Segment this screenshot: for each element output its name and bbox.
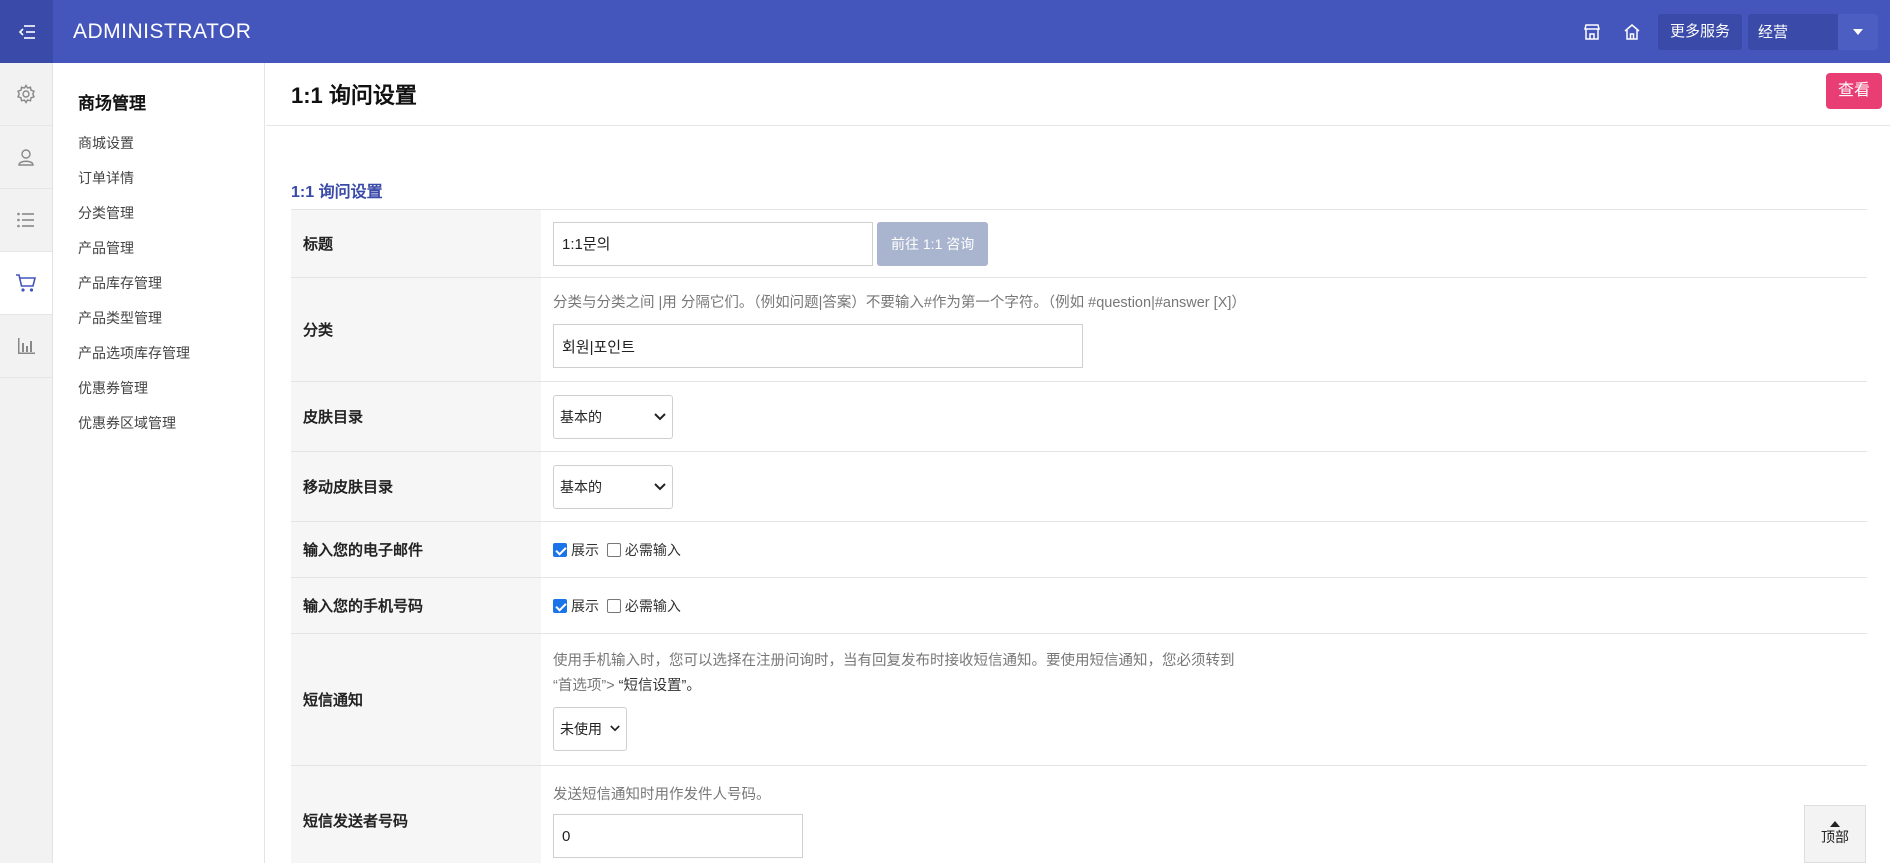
page-header: 1:1 询问设置 bbox=[266, 63, 1890, 126]
menu-toggle-button[interactable] bbox=[0, 0, 53, 63]
home-button[interactable] bbox=[1612, 12, 1652, 52]
sender-help-text: 发送短信通知时用作发件人号码。 bbox=[553, 787, 771, 804]
brand-title: ADMINISTRATOR bbox=[73, 19, 252, 43]
phone-show-label: 展示 bbox=[571, 597, 599, 614]
section-title: 1:1 询问设置 bbox=[291, 184, 383, 201]
sidebar-item-coupon-zones[interactable]: 优惠券区域管理 bbox=[53, 406, 264, 441]
indent-menu-icon bbox=[18, 24, 35, 39]
category-input[interactable]: 회원|포인트 bbox=[553, 324, 1083, 368]
phone-show-checkbox[interactable] bbox=[553, 598, 567, 613]
field-label: 皮肤目录 bbox=[291, 381, 541, 452]
more-services-button[interactable]: 更多服务 bbox=[1657, 13, 1742, 50]
field-label: 分类 bbox=[291, 277, 541, 382]
cart-icon bbox=[16, 274, 37, 292]
sidebar-item-products[interactable]: 产品管理 bbox=[53, 231, 264, 266]
user-icon bbox=[18, 149, 34, 166]
title-input[interactable]: 1:1문의 bbox=[553, 221, 873, 266]
gear-icon bbox=[17, 84, 35, 104]
sub-sidebar-title: 商场管理 bbox=[78, 94, 146, 113]
form-row-skin: 皮肤目录 基本的 bbox=[291, 381, 1867, 452]
sms-notify-select[interactable]: 未使用 bbox=[553, 706, 627, 751]
shop-button[interactable] bbox=[1572, 12, 1612, 52]
rail-item-members[interactable] bbox=[0, 126, 52, 189]
icon-rail bbox=[0, 63, 53, 863]
sidebar-item-category[interactable]: 分类管理 bbox=[53, 196, 264, 231]
sidebar-item-shop-settings[interactable]: 商城设置 bbox=[53, 126, 264, 161]
sub-sidebar: 商场管理 商城设置 订单详情 分类管理 产品管理 产品库存管理 产品类型管理 产… bbox=[53, 63, 265, 863]
scroll-top-label: 顶部 bbox=[1821, 829, 1849, 845]
sms-help-text: 使用手机输入时，您可以选择在注册问询时，当有回复发布时接收短信通知。要使用短信通… bbox=[553, 649, 1855, 699]
field-label: 短信发送者号码 bbox=[291, 765, 541, 863]
shop-icon bbox=[1584, 23, 1600, 40]
user-dropdown-toggle[interactable] bbox=[1838, 13, 1878, 50]
go-to-inquiry-button[interactable]: 前往 1:1 咨询 bbox=[877, 221, 989, 266]
sms-help-line1: 使用手机输入时，您可以选择在注册问询时，当有回复发布时接收短信通知。要使用短信通… bbox=[553, 652, 1235, 669]
chevron-down-icon bbox=[610, 725, 620, 732]
field-label: 移动皮肤目录 bbox=[291, 451, 541, 522]
user-dropdown[interactable]: 经营 bbox=[1748, 13, 1878, 50]
form-row-sender: 短信发送者号码 发送短信通知时用作发件人号码。 0 bbox=[291, 765, 1867, 863]
skin-select[interactable]: 基本的 bbox=[553, 394, 673, 439]
form-row-category: 分类 分类与分类之间 |用 分隔它们。（例如问题|答案）不要输入#作为第一个字符… bbox=[291, 277, 1867, 382]
caret-down-icon bbox=[1853, 28, 1863, 35]
chevron-down-icon bbox=[654, 412, 666, 420]
sidebar-item-option-stock[interactable]: 产品选项库存管理 bbox=[53, 336, 264, 371]
form-row-sms: 短信通知 使用手机输入时，您可以选择在注册问询时，当有回复发布时接收短信通知。要… bbox=[291, 633, 1867, 766]
skin-select-value: 基本的 bbox=[560, 408, 602, 425]
sidebar-item-order-details[interactable]: 订单详情 bbox=[53, 161, 264, 196]
field-label: 标题 bbox=[291, 209, 541, 278]
list-icon bbox=[17, 212, 34, 228]
email-show-label: 展示 bbox=[571, 541, 599, 558]
form-row-phone: 输入您的手机号码 展示 必需输入 bbox=[291, 577, 1867, 634]
form-row-title: 标题 1:1문의 前往 1:1 咨询 bbox=[291, 209, 1867, 278]
sidebar-item-product-stock[interactable]: 产品库存管理 bbox=[53, 266, 264, 301]
form-row-email: 输入您的电子邮件 展示 必需输入 bbox=[291, 521, 1867, 578]
sidebar-item-coupons[interactable]: 优惠券管理 bbox=[53, 371, 264, 406]
view-button[interactable]: 查看 bbox=[1825, 73, 1882, 109]
page-title: 1:1 询问设置 bbox=[291, 83, 417, 108]
top-bar: ADMINISTRATOR 更多服务 经营 bbox=[0, 0, 1890, 63]
email-show-checkbox[interactable] bbox=[553, 542, 567, 557]
sender-number-input[interactable]: 0 bbox=[553, 814, 803, 859]
field-label: 短信通知 bbox=[291, 633, 541, 766]
sms-help-post: 。 bbox=[686, 677, 701, 694]
scroll-top-button[interactable]: 顶部 bbox=[1804, 805, 1866, 863]
sms-notify-select-value: 未使用 bbox=[560, 720, 602, 737]
rail-item-settings[interactable] bbox=[0, 63, 52, 126]
field-label: 输入您的手机号码 bbox=[291, 577, 541, 634]
main-content: 1:1 询问设置 查看 1:1 询问设置 标题 1:1문의 前往 1:1 咨询 分… bbox=[266, 63, 1890, 863]
settings-form: 标题 1:1문의 前往 1:1 咨询 分类 分类与分类之间 |用 分隔它们。（例如… bbox=[291, 209, 1867, 863]
home-icon bbox=[1624, 23, 1640, 40]
field-label: 输入您的电子邮件 bbox=[291, 521, 541, 578]
sms-help-pre: “首选项”> bbox=[553, 677, 619, 694]
rail-item-stats[interactable] bbox=[0, 315, 52, 378]
rail-item-shop[interactable] bbox=[0, 252, 52, 315]
email-required-label: 必需输入 bbox=[624, 541, 681, 558]
user-name: 经营 bbox=[1758, 24, 1789, 41]
phone-required-label: 必需输入 bbox=[624, 597, 681, 614]
email-required-checkbox[interactable] bbox=[606, 542, 621, 557]
chevron-down-icon bbox=[654, 482, 666, 490]
sms-settings-link[interactable]: “短信设置” bbox=[619, 678, 687, 694]
sms-help-line2: “首选项”> “短信设置”。 bbox=[553, 674, 1855, 699]
sidebar-item-product-types[interactable]: 产品类型管理 bbox=[53, 301, 264, 336]
rail-item-board[interactable] bbox=[0, 189, 52, 252]
mobile-skin-select-value: 基本的 bbox=[560, 478, 602, 495]
phone-required-checkbox[interactable] bbox=[606, 598, 621, 613]
chart-icon bbox=[18, 338, 35, 354]
category-help-text: 分类与分类之间 |用 分隔它们。（例如问题|答案）不要输入#作为第一个字符。（例… bbox=[553, 295, 1246, 311]
mobile-skin-select[interactable]: 基本的 bbox=[553, 464, 673, 509]
form-row-mobile-skin: 移动皮肤目录 基本的 bbox=[291, 451, 1867, 522]
